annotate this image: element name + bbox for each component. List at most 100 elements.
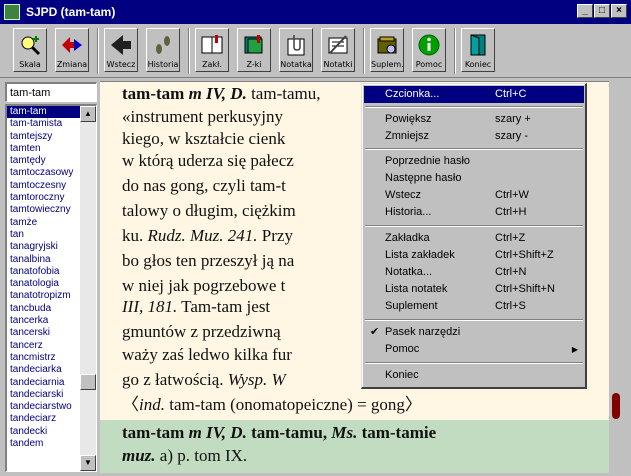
history-button[interactable]: Historia — [146, 28, 180, 72]
list-item[interactable]: tandem — [7, 438, 82, 450]
list-item[interactable]: tamtędy — [7, 155, 82, 167]
list-item[interactable]: tamże — [7, 217, 82, 229]
list-item[interactable]: tamtoroczny — [7, 192, 82, 204]
list-item[interactable]: tam-tamista — [7, 118, 82, 130]
list-item[interactable]: tancerka — [7, 315, 82, 327]
search-input[interactable] — [5, 82, 97, 102]
word-list[interactable]: tam-tam tam-tamista tamtejszy tamten tamtędy… — [5, 104, 97, 472]
menu-item-supplement[interactable]: Suplement Ctrl+S — [364, 298, 584, 315]
bookmark-button[interactable]: Zakł. — [195, 28, 229, 72]
menu-item-bookmark[interactable]: Zakładka Ctrl+Z — [364, 230, 584, 247]
menu-item-exit[interactable]: Koniec — [364, 367, 584, 384]
list-item[interactable]: tandeciarstwo — [7, 401, 82, 413]
menu-item-font[interactable]: Czcionka... Ctrl+C — [364, 86, 584, 103]
list-item[interactable]: tanagryjski — [7, 241, 82, 253]
back-arrow-icon — [111, 35, 131, 55]
change-button[interactable]: Zmiana — [55, 28, 89, 72]
bookmarks-list-button[interactable]: Z-ki — [237, 28, 271, 72]
scroll-thumb[interactable] — [80, 374, 96, 390]
notes-list-button[interactable]: Notatki — [321, 28, 355, 72]
scale-button-label: Skala — [19, 60, 41, 69]
entry-line: w którą uderza się pałecz — [122, 151, 294, 170]
supplement-button-label: Suplem. — [371, 60, 403, 69]
supplement-button[interactable]: Suplem. — [370, 28, 404, 72]
list-item[interactable]: tanatotropizm — [7, 290, 82, 302]
menu-item-zoom-in[interactable]: Powiększ szary + — [364, 111, 584, 128]
menu-item-help[interactable]: Pomoc ▶ — [364, 341, 584, 358]
title-bar: SJPD (tam-tam) _ □ × — [0, 0, 631, 24]
menu-item-previous-entry[interactable]: Poprzednie hasło — [364, 153, 584, 170]
list-item[interactable]: tamtejszy — [7, 131, 82, 143]
app-icon[interactable] — [4, 4, 20, 20]
menu-item-notes-list[interactable]: Lista notatek Ctrl+Shift+N — [364, 281, 584, 298]
footprints-icon — [156, 36, 170, 54]
exit-button[interactable]: Koniec — [461, 28, 495, 72]
help-button[interactable]: Pomoc — [412, 28, 446, 72]
list-item[interactable]: tamtowieczny — [7, 204, 82, 216]
list-item[interactable]: tan — [7, 229, 82, 241]
back-button-label: Wstecz — [106, 60, 136, 69]
list-item[interactable]: tanatofobia — [7, 266, 82, 278]
entry-line: go z łatwością. Wysp. W — [122, 370, 286, 389]
bookmark-button-label: Zakł. — [202, 60, 222, 69]
entry-line: muz. a) p. tom IX. — [122, 446, 248, 465]
entry-scroll-thumb[interactable] — [612, 393, 620, 419]
entry-line: «instrument perkusyjny — [122, 107, 284, 126]
menu-item-bookmark-list[interactable]: Lista zakładek Ctrl+Shift+Z — [364, 247, 584, 264]
paperclip-note-icon — [287, 35, 305, 56]
entry-line: kiego, w kształcie cienk — [122, 129, 286, 148]
list-item[interactable]: tamtoczasowy — [7, 167, 82, 179]
help-button-label: Pomoc — [415, 60, 443, 69]
submenu-arrow-icon: ▶ — [571, 345, 578, 354]
change-button-label: Zmiana — [56, 60, 88, 69]
list-item[interactable]: tancerz — [7, 340, 82, 352]
list-item[interactable]: tancbuda — [7, 303, 82, 315]
menu-item-zoom-out[interactable]: Zmniejsz szary - — [364, 128, 584, 145]
scale-button[interactable]: Skala — [13, 28, 47, 72]
entry-scrollbar[interactable] — [609, 81, 627, 473]
entry-line: tam-tam m IV, D. tam-tamu, — [122, 84, 321, 103]
maximize-button[interactable]: □ — [594, 4, 610, 18]
list-item[interactable]: tandecki — [7, 426, 82, 438]
exit-door-icon — [470, 34, 486, 56]
note-button[interactable]: Notatka — [279, 28, 313, 72]
menu-item-next-entry[interactable]: Następne hasło — [364, 170, 584, 187]
menu-item-back[interactable]: Wstecz Ctrl+W — [364, 187, 584, 204]
menu-item-toolbar[interactable]: ✔ Pasek narzędzi — [364, 324, 584, 341]
back-button[interactable]: Wstecz — [104, 28, 138, 72]
minimize-button[interactable]: _ — [577, 4, 593, 18]
check-icon: ✔ — [370, 326, 380, 338]
list-item[interactable]: tancmistrz — [7, 352, 82, 364]
list-item[interactable]: tam-tam — [7, 106, 82, 119]
entry-line: gmuntów z przedziwną — [122, 322, 281, 341]
entry-line: III, 181. Tam-tam jest — [122, 297, 271, 316]
list-item[interactable]: tandeciarka — [7, 364, 82, 376]
menu-item-history[interactable]: Historia... Ctrl+H — [364, 204, 584, 221]
list-item[interactable]: tanatologia — [7, 278, 82, 290]
menu-item-note[interactable]: Notatka... Ctrl+N — [364, 264, 584, 281]
magnifier-plus-icon — [21, 36, 41, 56]
entry-line: 〈ind. tam-tam (onomatopeiczne) = gong〉 — [122, 395, 422, 414]
info-icon — [418, 34, 440, 56]
history-button-label: Historia — [147, 60, 179, 69]
window-title: SJPD (tam-tam) — [26, 5, 116, 19]
notes-list-button-label: Notatki — [323, 60, 353, 69]
scroll-up-button[interactable]: ▲ — [80, 106, 96, 122]
supplement-book-icon — [377, 36, 397, 54]
exit-button-label: Koniec — [464, 60, 492, 69]
list-item[interactable]: tancerski — [7, 327, 82, 339]
context-menu: Czcionka... Ctrl+C Powiększ szary + Zmniej… — [361, 83, 587, 389]
entry-line: w niej jak pogrzebowe t — [122, 276, 286, 295]
list-item[interactable]: tandeciarski — [7, 389, 82, 401]
scroll-down-button[interactable]: ▼ — [80, 455, 96, 471]
list-item[interactable]: tanalbina — [7, 254, 82, 266]
list-item[interactable]: tandeciarz — [7, 413, 82, 425]
book-bookmark-icon — [201, 35, 223, 54]
list-item[interactable]: tamten — [7, 143, 82, 155]
list-item[interactable]: tamtoczesny — [7, 180, 82, 192]
bookmarks-list-button-label: Z-ki — [246, 60, 262, 69]
word-list-scrollbar[interactable]: ▲ ▼ — [80, 106, 96, 471]
close-button[interactable]: × — [611, 4, 627, 18]
list-item[interactable]: tandeciarnia — [7, 377, 82, 389]
entry-line: waży zaś ledwo kilka fur — [122, 345, 292, 364]
